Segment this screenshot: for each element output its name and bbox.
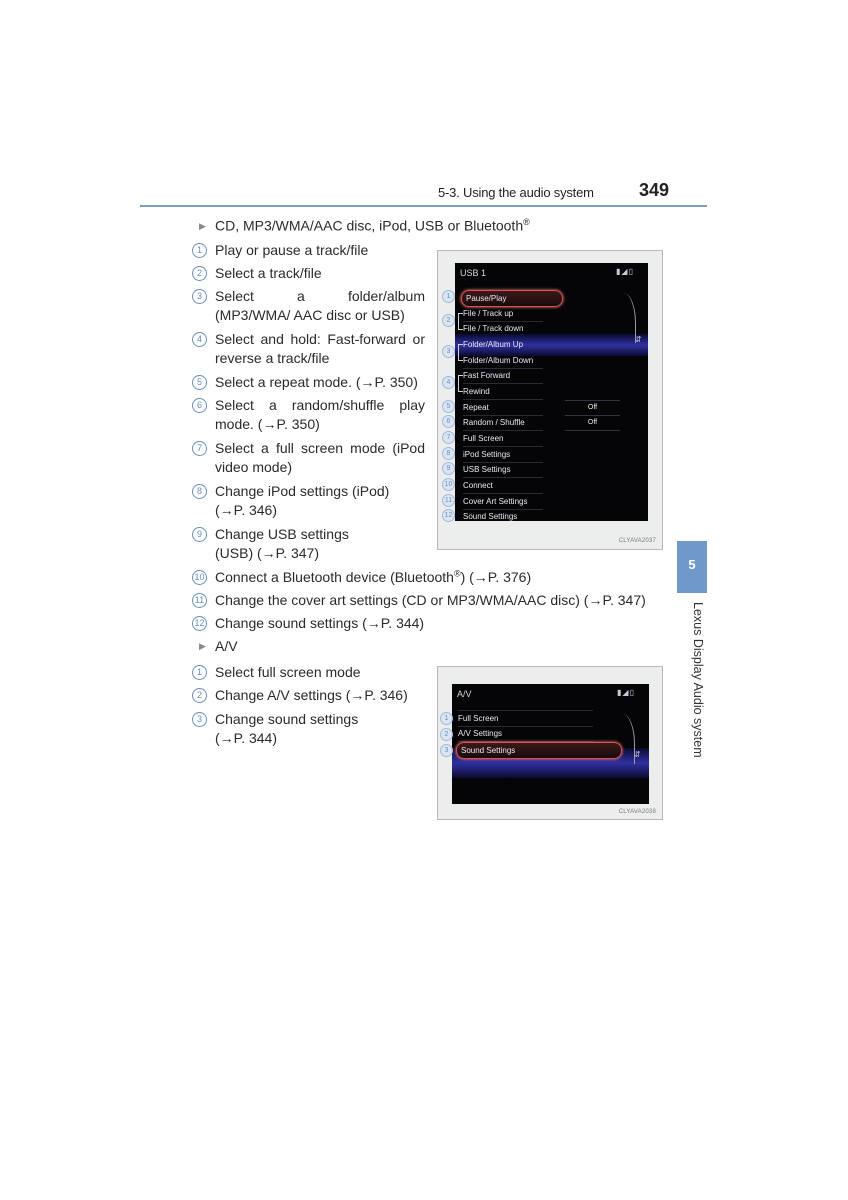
triangle-bullet-icon: ▶	[199, 641, 206, 651]
item-text: Select a track/file	[215, 265, 322, 281]
triangle-bullet-icon: ▶	[199, 220, 206, 231]
item-text: Change USB settings (USB) (→P. 347)	[215, 526, 349, 561]
circled-number: 6	[192, 398, 207, 413]
callout-number: 4	[442, 376, 455, 389]
circled-number: 2	[192, 688, 207, 703]
bullet-text: CD, MP3/WMA/AAC disc, iPod, USB or Bluet…	[215, 217, 524, 234]
scroll-handle-icon[interactable]: ⇵	[635, 335, 642, 344]
callout-number: 9	[442, 462, 455, 475]
circled-number: 5	[192, 375, 207, 390]
screen-title: USB 1	[460, 268, 487, 278]
menu-item-random-shuffle[interactable]: Random / Shuffle	[463, 415, 543, 431]
callout-bracket	[458, 344, 463, 361]
callout-number: 2	[440, 728, 453, 741]
chapter-tab: 5	[677, 541, 707, 593]
menu-item-rewind[interactable]: Rewind	[463, 384, 543, 400]
circled-number: 12	[192, 616, 207, 631]
circled-number: 3	[192, 289, 207, 304]
circled-number: 11	[192, 593, 207, 608]
item-text: Select and hold: Fast-forward or reverse…	[215, 331, 425, 366]
image-code: CLYAVA2038	[618, 809, 656, 815]
scrollbar[interactable]	[615, 293, 636, 343]
callout-number: 7	[442, 431, 455, 444]
circled-number: 8	[192, 484, 207, 499]
callout-number: 5	[442, 400, 455, 413]
menu-item-full-screen[interactable]: Full Screen	[458, 710, 593, 727]
menu-item-fast-forward[interactable]: Fast Forward	[463, 368, 543, 384]
item-text: Select a repeat mode. (→P. 350)	[215, 374, 418, 390]
usb-screen: USB 1 ▮◢▯ ⇵ Pause/Play File / Track up F…	[455, 263, 648, 521]
bullet-text: A/V	[215, 638, 238, 654]
menu-item-cover-art-settings[interactable]: Cover Art Settings	[463, 494, 543, 510]
circled-number: 2	[192, 266, 207, 281]
item-text: Change iPod settings (iPod) (→P. 346)	[215, 483, 390, 518]
random-value[interactable]: Off	[565, 415, 620, 431]
circled-number: 7	[192, 441, 207, 456]
page-number: 349	[639, 180, 670, 200]
item-text: Change sound settings (→P. 344)	[215, 615, 425, 631]
callout-bracket	[458, 313, 463, 330]
menu-item-ipod-settings[interactable]: iPod Settings	[463, 447, 543, 463]
registered-mark: ®	[523, 217, 530, 227]
callout-number: 11	[442, 494, 455, 507]
section-title: 5-3. Using the audio system	[438, 185, 594, 200]
section-bullet-usb: ▶ CD, MP3/WMA/AAC disc, iPod, USB or Blue…	[199, 217, 530, 234]
registered-mark: ®	[453, 568, 461, 579]
item-text: Change A/V settings (→P. 346)	[215, 687, 408, 703]
circled-number: 1	[192, 665, 207, 680]
section-bullet-av: ▶ A/V	[199, 638, 238, 654]
callout-number: 1	[442, 290, 455, 303]
circled-number: 4	[192, 332, 207, 347]
menu-item-pause-play[interactable]: Pause/Play	[461, 290, 563, 307]
menu-item-full-screen[interactable]: Full Screen	[463, 431, 543, 447]
item-text: Select full screen mode	[215, 664, 361, 680]
callout-number: 3	[442, 345, 455, 358]
image-code: CLYAVA2037	[618, 538, 656, 544]
item-text-part: ) (→P. 376)	[460, 569, 532, 585]
item-text: Select a folder/album (MP3/WMA/ AAC disc…	[215, 288, 425, 323]
callout-number: 6	[442, 415, 455, 428]
item-text: Connect a Bluetooth device (Bluetooth®) …	[215, 568, 655, 587]
menu-item-repeat[interactable]: Repeat	[463, 400, 543, 416]
callout-number: 10	[442, 478, 455, 491]
menu-item-file-track-down[interactable]: File / Track down	[463, 321, 543, 336]
callout-number: 12	[442, 509, 455, 522]
menu-item-folder-album-down[interactable]: Folder/Album Down	[463, 353, 543, 369]
menu-item-av-settings[interactable]: A/V Settings	[458, 726, 593, 742]
screen-title: A/V	[457, 689, 472, 699]
av-screen-figure: A/V ▮◢▯ ⇵ Full Screen A/V Settings Sound…	[437, 666, 663, 820]
scroll-handle-icon[interactable]: ⇵	[634, 750, 641, 759]
item-text: Change the cover art settings (CD or MP3…	[215, 592, 646, 608]
callout-bracket	[458, 375, 463, 392]
menu-item-sound-settings[interactable]: Sound Settings	[463, 509, 543, 524]
item-text: Select a full screen mode (iPod video mo…	[215, 440, 425, 475]
callout-number: 3	[440, 744, 453, 757]
item-text-part: Connect a Bluetooth device (Bluetooth	[215, 569, 454, 585]
circled-number: 3	[192, 712, 207, 727]
item-text: Select a random/shuffle play mode. (→P. …	[215, 397, 425, 432]
circled-number: 9	[192, 527, 207, 542]
menu-item-sound-settings[interactable]: Sound Settings	[456, 742, 622, 759]
menu-item-usb-settings[interactable]: USB Settings	[463, 462, 543, 478]
menu-item-file-track-up[interactable]: File / Track up	[463, 306, 543, 322]
av-screen: A/V ▮◢▯ ⇵ Full Screen A/V Settings Sound…	[452, 684, 649, 804]
status-icons: ▮◢▯	[617, 688, 635, 697]
circled-number: 10	[192, 570, 207, 585]
chapter-title: Lexus Display Audio system	[691, 602, 705, 758]
usb-screen-figure: USB 1 ▮◢▯ ⇵ Pause/Play File / Track up F…	[437, 250, 663, 550]
item-text: Play or pause a track/file	[215, 242, 369, 258]
status-icons: ▮◢▯	[616, 267, 634, 276]
menu-item-connect[interactable]: Connect	[463, 478, 543, 494]
repeat-value[interactable]: Off	[565, 400, 620, 416]
callout-number: 8	[442, 447, 455, 460]
header-rule	[140, 205, 707, 207]
circled-number: 1	[192, 243, 207, 258]
menu-item-folder-album-up[interactable]: Folder/Album Up	[463, 337, 543, 352]
item-text: Change sound settings (→P. 344)	[215, 711, 359, 746]
callout-number: 1	[440, 712, 453, 725]
callout-number: 2	[442, 314, 455, 327]
